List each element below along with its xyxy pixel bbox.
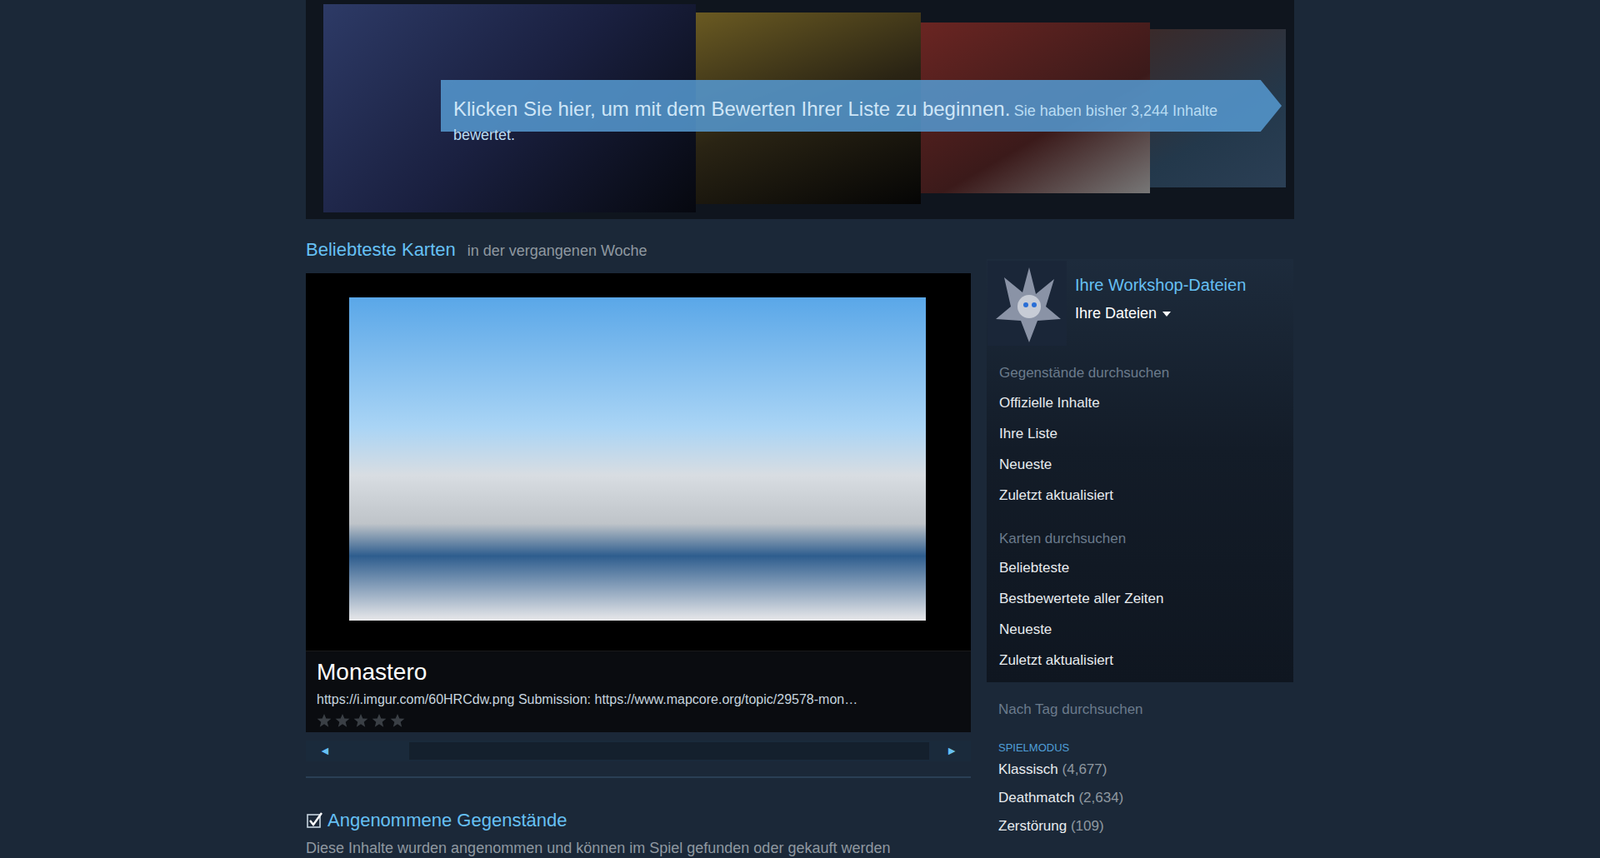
browse-heading: Karten durchsuchen [999,528,1294,550]
files-dropdown[interactable]: Ihre Dateien [1075,302,1246,325]
browse-link[interactable]: Zuletzt aktualisiert [999,480,1294,512]
divider [305,776,971,779]
star-icon [353,713,369,729]
tag-count: (4,677) [1062,761,1108,778]
browse-link[interactable]: Offizielle Inhalte [999,388,1294,420]
workshop-files-title[interactable]: Ihre Workshop-Dateien [1075,272,1246,298]
right-column: Ihre Workshop-Dateien Ihre Dateien Gegenst… [986,259,1294,841]
browse-link[interactable]: Zuletzt aktualisiert [999,645,1294,677]
rating-prompt-text[interactable]: Klicken Sie hier, um mit dem Bewerten Ih… [453,97,1010,120]
featured-map[interactable]: Monastero https://i.imgur.com/60HRCdw.png… [305,273,971,733]
next-button[interactable]: ► [929,742,971,760]
star-icon [390,713,405,729]
accepted-title[interactable]: Angenommene Gegenstände [327,806,567,835]
tag-count: (2,634) [1078,790,1124,806]
rating-prompt[interactable]: Klicken Sie hier, um mit dem Bewerten Ih… [440,80,1282,148]
map-preview[interactable] [349,297,926,621]
tag-label[interactable]: Zerstörung [998,818,1067,835]
browse-heading: Gegenstände durchsuchen [999,362,1294,385]
workshop-files-panel: Ihre Workshop-Dateien Ihre Dateien Gegenst… [986,259,1294,683]
page: Klicken Sie hier, um mit dem Bewerten Ih… [305,0,1295,858]
tag-link[interactable]: Zerstörung (109) [998,812,1294,841]
map-title[interactable]: Monastero [316,658,960,687]
checkbox-icon [305,811,325,830]
caret-icon[interactable] [1162,311,1171,317]
tag-link[interactable]: Klassisch (4,677) [998,755,1294,785]
tag-label[interactable]: Deathmatch [998,790,1075,806]
left-column: Monastero https://i.imgur.com/60HRCdw.png… [305,273,971,858]
tag-label[interactable]: Klassisch [998,761,1059,778]
browse-link[interactable]: Neueste [999,615,1294,646]
accepted-heading: Angenommene Gegenstände [305,806,971,835]
tag-browser: Nach Tag durchsuchen SPIELMODUSKlassisch … [986,699,1294,841]
avatar-icon [987,260,1067,346]
star-icon [316,713,332,729]
browse-link[interactable]: Bestbewertete aller Zeiten [999,584,1294,615]
accepted-description: Diese Inhalte wurden angenommen und könn… [305,837,971,858]
browse-section: Karten durchsuchen BeliebtesteBestbewerte… [987,528,1294,678]
profile-text: Ihre Workshop-Dateien Ihre Dateien [1075,260,1246,346]
browse-section: Gegenstände durchsuchen Offizielle Inhalt… [987,362,1294,512]
map-description: https://i.imgur.com/60HRCdw.png Submissi… [316,690,960,710]
section-title[interactable]: Beliebteste Karten [305,235,456,264]
tag-count: (109) [1070,818,1105,835]
browse-link[interactable]: Beliebteste [999,553,1294,585]
previous-button[interactable]: ◄ [305,742,410,760]
map-info: Monastero https://i.imgur.com/60HRCdw.png… [305,650,971,733]
tag-group: SPIELMODUS [998,740,1294,757]
tag-heading: Nach Tag durchsuchen [998,699,1294,721]
browse-link[interactable]: Ihre Liste [999,419,1294,450]
section-subtitle: in der vergangenen Woche [467,240,648,263]
rating-stars [316,713,960,729]
star-icon [335,713,350,729]
main-area: Monastero https://i.imgur.com/60HRCdw.png… [305,273,1295,858]
star-icon [371,713,387,729]
browse-link[interactable]: Neueste [999,450,1294,481]
rating-banner: Klicken Sie hier, um mit dem Bewerten Ih… [305,0,1295,220]
carousel-track[interactable] [409,742,930,760]
carousel-scroller: ◄► [305,740,971,762]
profile: Ihre Workshop-Dateien Ihre Dateien [987,260,1294,346]
tag-link[interactable]: Deathmatch (2,634) [998,784,1294,813]
files-dropdown-label[interactable]: Ihre Dateien [1075,302,1157,325]
